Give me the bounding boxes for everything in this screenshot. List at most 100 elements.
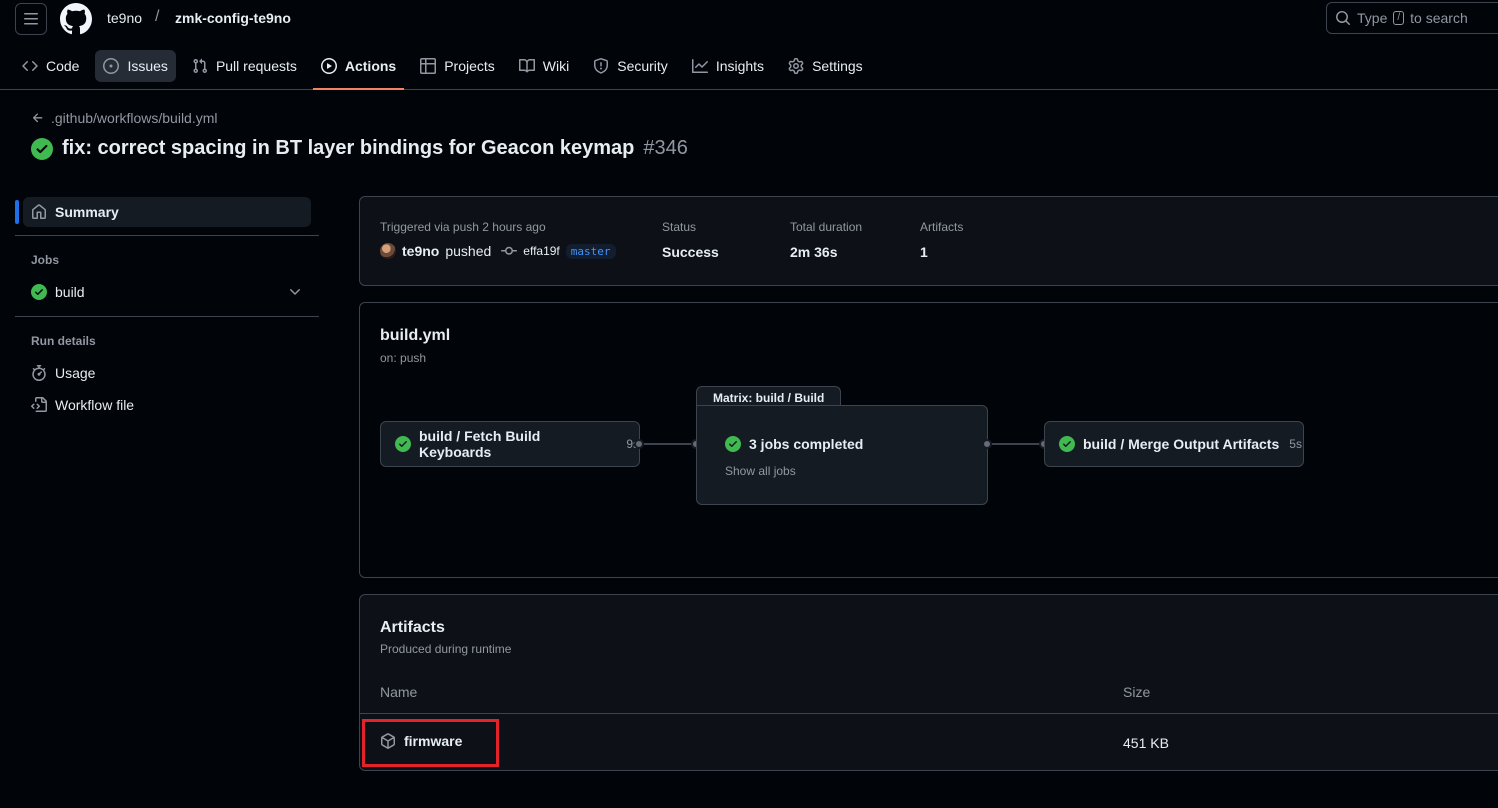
artifact-name[interactable]: firmware bbox=[404, 733, 462, 749]
tab-code-label: Code bbox=[46, 58, 80, 74]
avatar[interactable] bbox=[380, 243, 396, 259]
matrix-build-group[interactable]: 3 jobs completed Show all jobs bbox=[696, 405, 988, 505]
package-icon bbox=[381, 733, 395, 749]
artifacts-col-name: Name bbox=[380, 684, 418, 700]
arrow-left-icon bbox=[32, 113, 43, 123]
code-icon bbox=[22, 60, 38, 72]
commit-sha[interactable]: effa19f bbox=[523, 244, 559, 258]
search-input[interactable]: Type / to search bbox=[1326, 2, 1498, 34]
stopwatch-icon bbox=[32, 365, 46, 381]
search-icon bbox=[1336, 11, 1350, 25]
graph-node-dot bbox=[634, 439, 644, 449]
artifact-row-firmware[interactable]: firmware bbox=[380, 733, 462, 749]
sidebar-jobs-heading: Jobs bbox=[31, 253, 60, 267]
workflow-trigger: on: push bbox=[380, 351, 427, 365]
check-circle-fill-icon bbox=[395, 436, 411, 452]
push-info: te9no pushed effa19f master bbox=[380, 243, 616, 259]
tab-wiki[interactable]: Wiki bbox=[511, 50, 577, 82]
sidebar-run-details-heading: Run details bbox=[31, 334, 96, 348]
run-title: fix: correct spacing in BT layer binding… bbox=[62, 137, 635, 159]
job-name: build / Merge Output Artifacts bbox=[1083, 436, 1280, 452]
graph-node-dot bbox=[982, 439, 992, 449]
sidebar-active-indicator bbox=[15, 200, 19, 224]
tab-issues[interactable]: Issues bbox=[95, 50, 176, 82]
duration-label: Total duration bbox=[790, 220, 863, 234]
run-number: #346 bbox=[643, 137, 688, 159]
push-action: pushed bbox=[445, 243, 492, 259]
tab-projects-label: Projects bbox=[444, 58, 495, 74]
tab-pull-requests-label: Pull requests bbox=[215, 58, 297, 74]
tab-settings-label: Settings bbox=[812, 58, 863, 74]
artifacts-count-value[interactable]: 1 bbox=[920, 244, 928, 260]
hamburger-icon bbox=[24, 13, 38, 25]
search-placeholder-prefix: Type bbox=[1357, 10, 1388, 26]
matrix-status[interactable]: 3 jobs completed bbox=[725, 436, 863, 452]
tab-code[interactable]: Code bbox=[14, 50, 87, 82]
tab-insights-label: Insights bbox=[715, 58, 765, 74]
check-circle-fill-icon bbox=[725, 436, 741, 452]
tab-actions-label: Actions bbox=[344, 58, 397, 74]
table-icon bbox=[420, 58, 437, 74]
tab-security-label: Security bbox=[617, 58, 668, 74]
breadcrumb-owner[interactable]: te9no bbox=[107, 10, 142, 26]
book-icon bbox=[518, 58, 535, 73]
check-circle-fill-icon bbox=[1059, 436, 1075, 452]
check-circle-fill-icon bbox=[31, 284, 47, 300]
repo-header: te9no / zmk-config-te9no Type / to searc… bbox=[0, 0, 1498, 90]
chevron-down-icon[interactable] bbox=[287, 284, 303, 300]
workflow-file-title: build.yml bbox=[380, 327, 451, 344]
job-merge-output-artifacts[interactable]: build / Merge Output Artifacts 5s bbox=[1044, 421, 1304, 467]
tab-security[interactable]: Security bbox=[585, 50, 676, 82]
triggered-text: Triggered via push 2 hours ago bbox=[380, 220, 546, 234]
tab-issues-label: Issues bbox=[127, 58, 168, 74]
sidebar-item-summary[interactable]: Summary bbox=[23, 197, 311, 227]
job-fetch-build-keyboards[interactable]: build / Fetch Build Keyboards 9s bbox=[380, 421, 640, 467]
tab-settings[interactable]: Settings bbox=[780, 50, 871, 82]
home-icon bbox=[32, 204, 46, 219]
artifact-size: 451 KB bbox=[1123, 735, 1169, 751]
sidebar-workflow-file-label: Workflow file bbox=[55, 397, 135, 413]
workflow-graph-card: build.yml on: push build / Fetch Build K… bbox=[359, 302, 1498, 578]
breadcrumb-separator: / bbox=[155, 8, 160, 25]
page-title: fix: correct spacing in BT layer binding… bbox=[31, 137, 688, 160]
play-icon bbox=[320, 58, 337, 74]
artifacts-card: Artifacts Produced during runtime Name S… bbox=[359, 594, 1498, 771]
sidebar-item-workflow-file[interactable]: Workflow file bbox=[31, 397, 134, 413]
search-shortcut-key: / bbox=[1393, 11, 1405, 25]
github-logo-icon[interactable] bbox=[60, 3, 92, 35]
table-divider bbox=[360, 713, 1498, 714]
check-circle-fill-icon bbox=[31, 137, 53, 160]
graph-connector bbox=[644, 443, 692, 445]
tab-wiki-label: Wiki bbox=[542, 58, 570, 74]
artifacts-count-label: Artifacts bbox=[920, 220, 964, 234]
sidebar-usage-label: Usage bbox=[55, 365, 96, 381]
sidebar-job-build-label: build bbox=[55, 284, 85, 300]
graph-icon bbox=[691, 59, 708, 73]
tab-pull-requests[interactable]: Pull requests bbox=[184, 50, 305, 82]
branch-badge[interactable]: master bbox=[565, 243, 616, 259]
sidebar-item-usage[interactable]: Usage bbox=[31, 365, 95, 381]
matrix-status-label: 3 jobs completed bbox=[749, 436, 864, 452]
push-user[interactable]: te9no bbox=[402, 243, 439, 259]
artifacts-title: Artifacts bbox=[380, 619, 445, 636]
sidebar-summary-label: Summary bbox=[55, 204, 119, 220]
back-to-workflow-link[interactable]: .github/workflows/build.yml bbox=[31, 110, 218, 126]
show-all-jobs-link[interactable]: Show all jobs bbox=[725, 464, 796, 478]
search-placeholder-suffix: to search bbox=[1410, 10, 1468, 26]
file-code-icon bbox=[31, 397, 47, 412]
job-duration: 5s bbox=[1289, 437, 1302, 451]
sidebar-divider bbox=[15, 316, 319, 317]
git-pull-request-icon bbox=[193, 58, 207, 74]
sidebar-item-job-build[interactable]: build bbox=[31, 284, 85, 300]
status-value: Success bbox=[662, 244, 719, 260]
status-label: Status bbox=[662, 220, 697, 234]
menu-button[interactable] bbox=[15, 3, 47, 35]
tab-projects[interactable]: Projects bbox=[412, 50, 503, 82]
breadcrumb-repo[interactable]: zmk-config-te9no bbox=[175, 10, 291, 26]
back-link-label: .github/workflows/build.yml bbox=[51, 110, 218, 126]
artifacts-subtitle: Produced during runtime bbox=[380, 642, 512, 656]
tab-insights[interactable]: Insights bbox=[684, 50, 772, 82]
run-summary-card: Triggered via push 2 hours ago te9no pus… bbox=[359, 196, 1498, 286]
gear-icon bbox=[788, 58, 804, 74]
tab-actions[interactable]: Actions bbox=[312, 50, 405, 90]
